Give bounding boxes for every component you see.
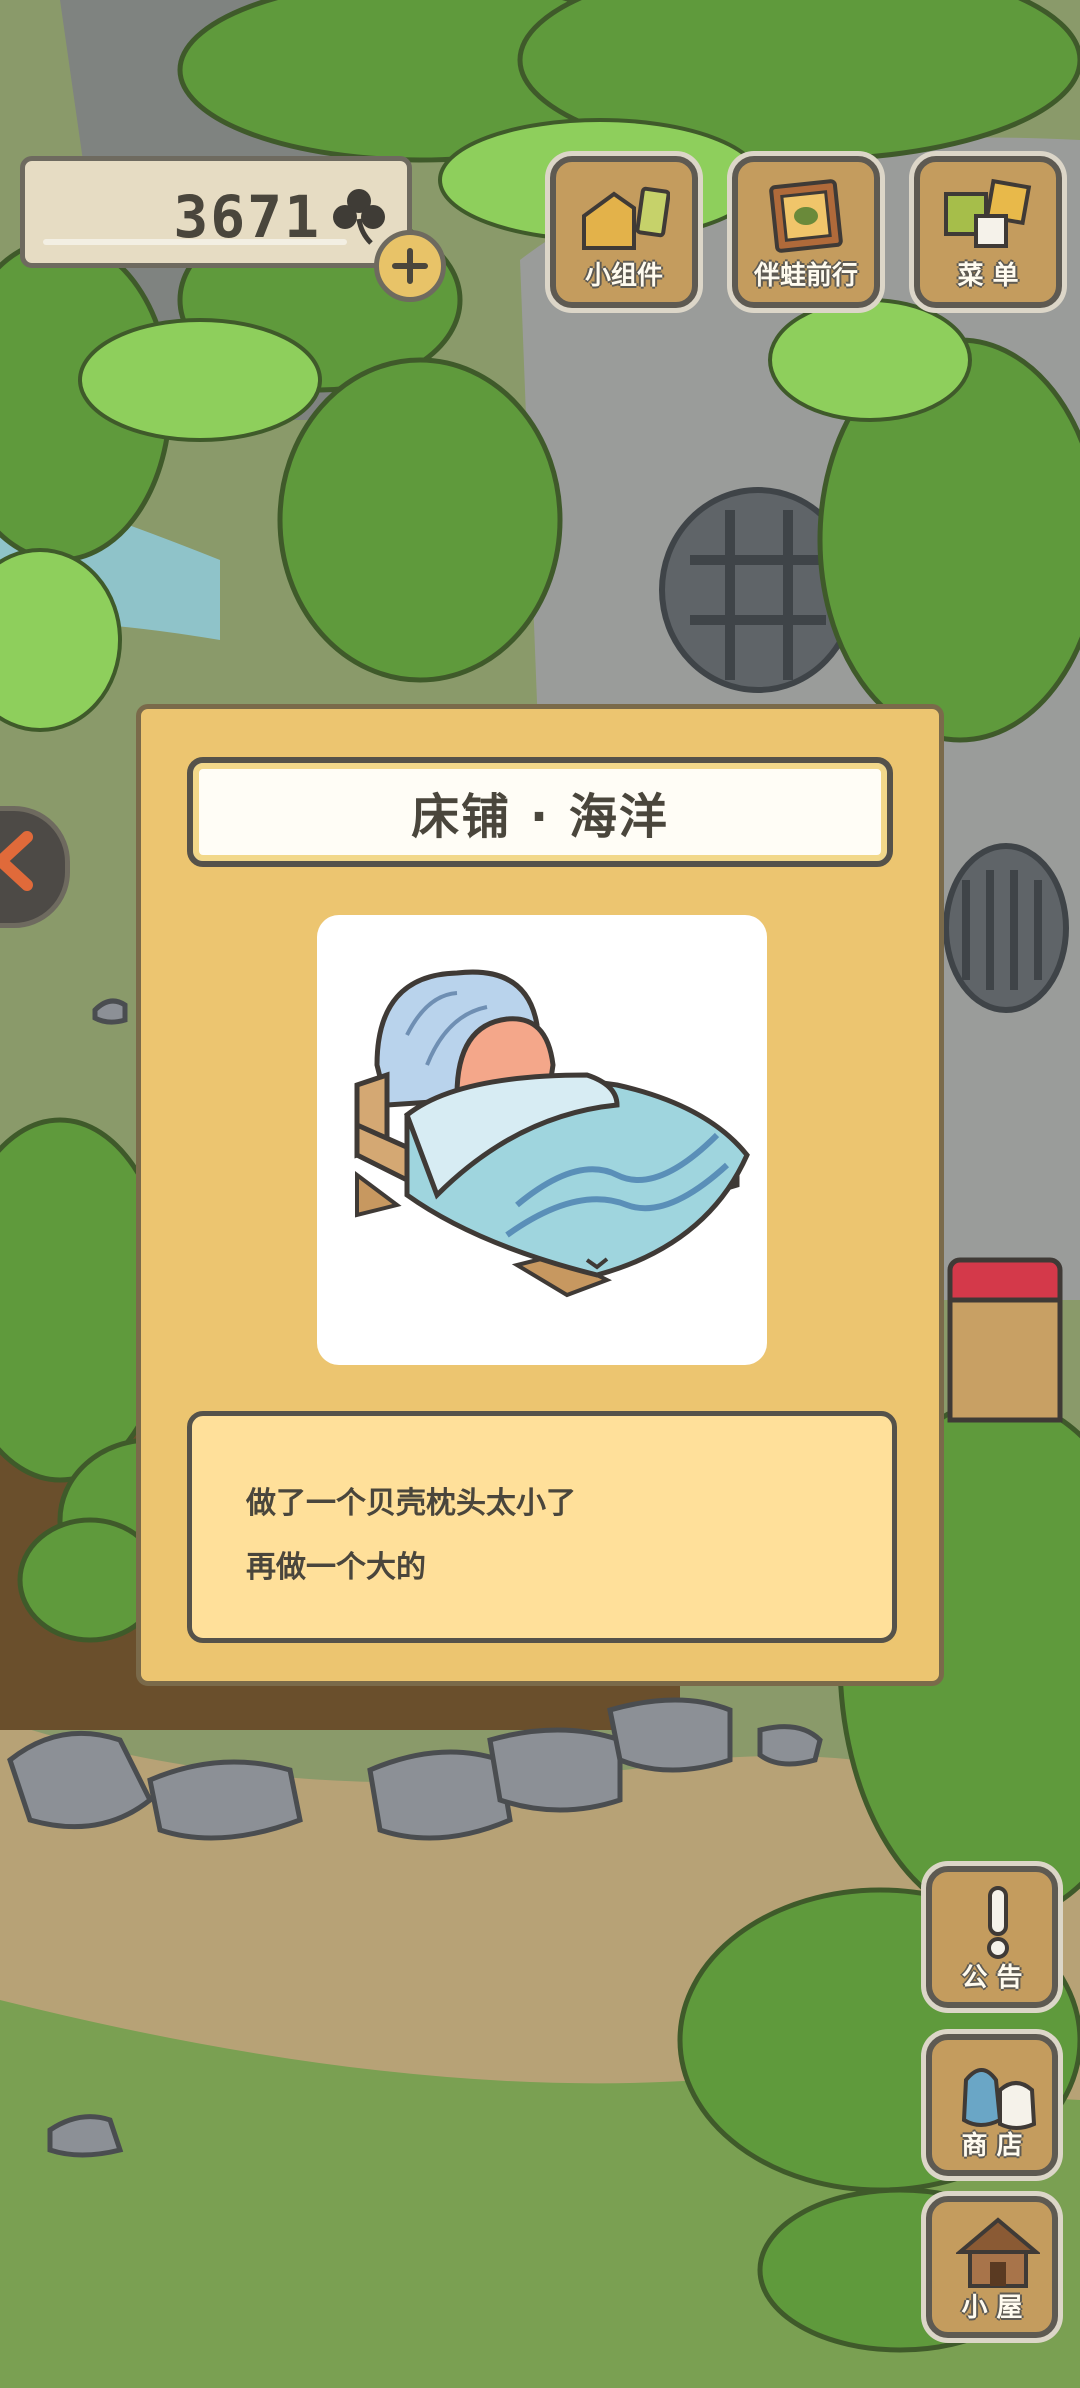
item-description-line: 再做一个大的 bbox=[246, 1550, 426, 1585]
seashell-bed-icon bbox=[354, 969, 750, 1298]
item-detail-overlay[interactable]: 床铺 · 海洋 做了一个贝壳枕头太小了 再做一个大的 bbox=[0, 0, 1080, 2388]
item-title: 床铺 · 海洋 bbox=[411, 789, 669, 845]
item-detail-dialog: 床铺 · 海洋 做了一个贝壳枕头太小了 再做一个大的 bbox=[136, 704, 944, 1686]
item-image-card bbox=[317, 915, 767, 1365]
item-title-box: 床铺 · 海洋 bbox=[187, 757, 893, 867]
item-description-box: 做了一个贝壳枕头太小了 再做一个大的 bbox=[187, 1411, 897, 1643]
item-description-line: 做了一个贝壳枕头太小了 bbox=[246, 1486, 576, 1521]
